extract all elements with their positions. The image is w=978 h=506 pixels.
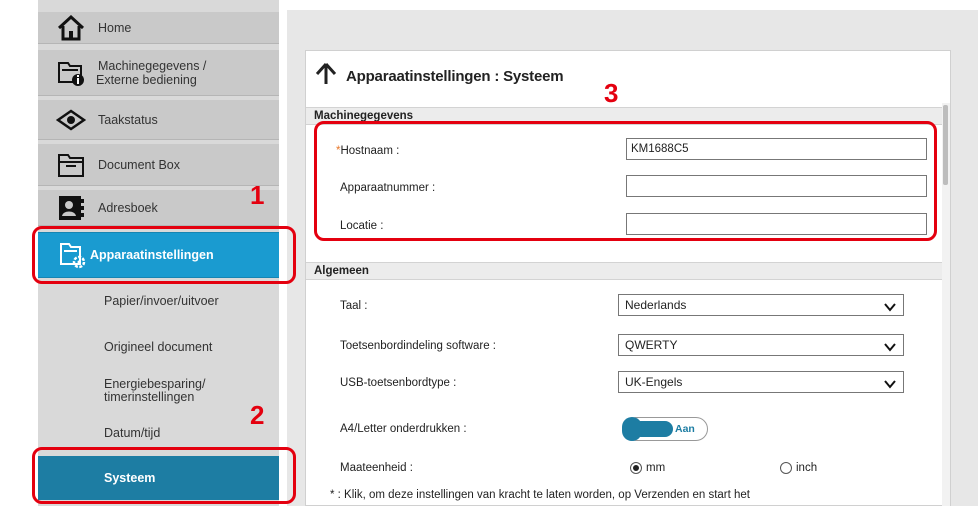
- keyboard-software-select-value: QWERTY: [625, 338, 678, 352]
- toggle-knob: [622, 417, 642, 441]
- callout-number-3: 3: [604, 78, 619, 108]
- footer-note: * : Klik, om deze instellingen van krach…: [330, 489, 750, 501]
- sidebar-item-job-status[interactable]: Taakstatus: [38, 100, 279, 140]
- sidebar-item-label: Document Box: [98, 157, 180, 172]
- chevron-down-icon: [883, 299, 897, 319]
- callout-number-2: 2: [250, 400, 265, 430]
- machine-info-icon: [54, 59, 88, 87]
- eye-icon: [54, 106, 88, 134]
- language-select-value: Nederlands: [625, 298, 687, 312]
- unit-inch-radio[interactable]: [780, 462, 792, 474]
- home-icon: [54, 14, 88, 42]
- sidebar-item-label: Origineel document: [104, 339, 213, 354]
- sidebar-item-datetime[interactable]: Datum/tijd: [38, 418, 279, 448]
- language-select[interactable]: Nederlands: [618, 294, 904, 316]
- sidebar-item-label: Energiebesparing/ timerinstellingen: [104, 378, 205, 404]
- address-book-icon: [54, 194, 88, 222]
- page-header: Apparaatinstellingen : Systeem: [306, 51, 952, 101]
- sidebar-item-address-book[interactable]: Adresboek: [38, 190, 279, 226]
- scrollbar-thumb[interactable]: [943, 105, 948, 185]
- sidebar-item-original[interactable]: Origineel document: [38, 332, 279, 362]
- sidebar-item-paper[interactable]: Papier/invoer/uitvoer: [38, 286, 279, 316]
- callout-box-3: [314, 121, 937, 241]
- unit-label: Maateenheid :: [340, 462, 413, 474]
- sidebar-item-machine-info[interactable]: Machinegegevens / Externe bediening: [38, 50, 279, 96]
- language-label: Taal :: [340, 300, 368, 312]
- keyboard-software-select[interactable]: QWERTY: [618, 334, 904, 356]
- label-line-1: Machinegegevens /: [98, 58, 207, 73]
- arrow-up-icon[interactable]: [314, 62, 338, 91]
- page-title: Apparaatinstellingen : Systeem: [346, 67, 564, 85]
- unit-mm-label: mm: [646, 462, 666, 474]
- callout-box-1: [32, 226, 296, 284]
- folder-icon: [54, 151, 88, 179]
- sidebar-item-document-box[interactable]: Document Box: [38, 144, 279, 186]
- callout-number-1: 1: [250, 180, 265, 210]
- sidebar-item-label: Machinegegevens / Externe bediening: [96, 58, 207, 87]
- keyboard-software-label: Toetsenbordindeling software :: [340, 340, 496, 352]
- toggle-label: Aan: [675, 423, 695, 435]
- sidebar-item-home[interactable]: Home: [38, 12, 279, 44]
- a4-letter-label: A4/Letter onderdrukken :: [340, 423, 467, 435]
- label-line-2: timerinstellingen: [104, 390, 195, 404]
- sidebar-item-energy[interactable]: Energiebesparing/ timerinstellingen: [38, 372, 279, 410]
- usb-keyboard-select-value: UK-Engels: [625, 375, 683, 389]
- sidebar-item-label: Taakstatus: [98, 112, 158, 127]
- label-line-2: Externe bediening: [96, 72, 197, 87]
- sidebar-item-label: Datum/tijd: [104, 425, 161, 440]
- section-header-general: Algemeen: [306, 262, 942, 280]
- settings-panel: Apparaatinstellingen : Systeem Machinege…: [305, 50, 951, 506]
- chevron-down-icon: [883, 376, 897, 396]
- chevron-down-icon: [883, 339, 897, 359]
- sidebar-item-label: Adresboek: [98, 200, 158, 215]
- callout-box-2: [32, 447, 296, 504]
- usb-keyboard-select[interactable]: UK-Engels: [618, 371, 904, 393]
- usb-keyboard-label: USB-toetsenbordtype :: [340, 377, 457, 389]
- sidebar-item-label: Home: [98, 20, 132, 35]
- unit-mm-radio[interactable]: [630, 462, 642, 474]
- vertical-scrollbar[interactable]: [942, 103, 950, 506]
- a4-letter-toggle[interactable]: Aan: [622, 417, 708, 441]
- unit-inch-label: inch: [796, 462, 818, 474]
- sidebar-item-label: Papier/invoer/uitvoer: [104, 293, 219, 308]
